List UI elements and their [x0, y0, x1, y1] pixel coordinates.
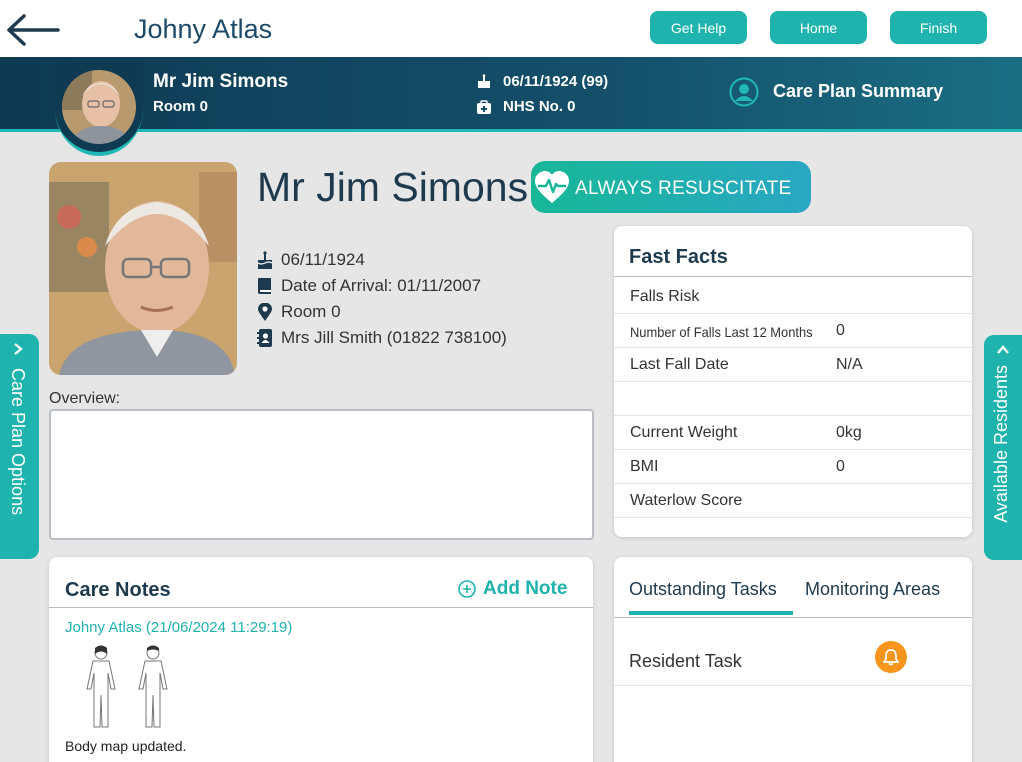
fast-fact-row: Current Weight 0kg	[614, 416, 972, 450]
fast-fact-row: Falls Risk	[614, 280, 972, 314]
header-dob: 06/11/1924 (99)	[503, 73, 609, 90]
fast-fact-row: Waterlow Score	[614, 484, 972, 518]
back-arrow-icon[interactable]	[4, 10, 60, 50]
resident-avatar	[62, 70, 136, 144]
add-note-button[interactable]: Add Note	[458, 578, 567, 600]
resident-photo	[49, 162, 237, 375]
finish-button[interactable]: Finish	[890, 11, 987, 44]
top-bar: Johny Atlas Get Help Home Finish	[0, 0, 1022, 57]
fast-fact-row: BMI 0	[614, 450, 972, 484]
fast-fact-value: 0	[836, 458, 845, 475]
chevron-right-icon	[12, 342, 24, 359]
overview-label: Overview:	[49, 390, 121, 407]
available-residents-label: Available Residents	[991, 365, 1011, 523]
active-tab-indicator	[629, 611, 793, 615]
tab-monitoring-areas[interactable]: Monitoring Areas	[805, 579, 940, 600]
fast-fact-label: Falls Risk	[630, 288, 700, 305]
note-text: Body map updated.	[65, 738, 187, 754]
heart-pulse-icon	[535, 171, 569, 203]
fast-fact-label: BMI	[630, 458, 659, 475]
plus-circle-icon	[458, 580, 476, 598]
medical-case-icon	[477, 100, 491, 114]
book-icon	[257, 277, 273, 295]
note-author[interactable]: Johny Atlas (21/06/2024 11:29:19)	[65, 619, 292, 636]
location-pin-icon	[257, 303, 273, 321]
task-row[interactable]: Resident Task	[614, 618, 972, 686]
birthday-cake-icon	[257, 251, 273, 269]
care-notes-title: Care Notes	[65, 579, 171, 601]
fast-fact-label: Last Fall Date	[630, 356, 729, 373]
dob-value: 06/11/1924	[281, 250, 365, 269]
fast-fact-value: N/A	[836, 356, 863, 373]
arrival-row: Date of Arrival: 01/11/2007	[257, 276, 481, 296]
arrival-value: Date of Arrival: 01/11/2007	[281, 276, 482, 295]
header-room: Room 0	[153, 98, 209, 115]
divider	[614, 276, 972, 277]
care-plan-options-tab[interactable]: Care Plan Options	[0, 334, 39, 559]
care-plan-options-label: Care Plan Options	[8, 368, 28, 516]
tab-outstanding-tasks[interactable]: Outstanding Tasks	[629, 579, 777, 600]
user-circle-icon[interactable]	[729, 77, 759, 107]
header-resident-name: Mr Jim Simons	[153, 71, 289, 92]
fast-fact-row: Last Fall Date N/A	[614, 348, 972, 382]
fast-fact-label: Waterlow Score	[630, 492, 743, 509]
chevron-up-icon	[996, 343, 1010, 359]
divider	[49, 607, 593, 608]
address-book-icon	[257, 329, 273, 347]
fast-fact-label: Current Weight	[630, 424, 738, 441]
get-help-button[interactable]: Get Help	[650, 11, 747, 44]
current-user-name: Johny Atlas	[134, 14, 273, 44]
contact-value: Mrs Jill Smith (01822 738100)	[281, 328, 507, 347]
fast-fact-value: 0	[836, 322, 845, 339]
fast-fact-row	[614, 382, 972, 416]
birthday-cake-icon	[477, 74, 491, 88]
resuscitation-status-badge: ALWAYS RESUSCITATE	[531, 161, 811, 213]
tasks-card: Outstanding Tasks Monitoring Areas Resid…	[614, 557, 972, 762]
task-label: Resident Task	[629, 651, 742, 671]
overview-textbox[interactable]	[49, 409, 594, 540]
room-value: Room 0	[281, 302, 341, 321]
dob-row: 06/11/1924	[257, 250, 365, 270]
room-row: Room 0	[257, 302, 341, 322]
bell-icon[interactable]	[875, 641, 907, 673]
care-plan-summary-link[interactable]: Care Plan Summary	[773, 81, 943, 102]
home-button[interactable]: Home	[770, 11, 867, 44]
body-map-thumbnail	[81, 645, 177, 729]
available-residents-tab[interactable]: Available Residents	[984, 335, 1022, 560]
fast-facts-title: Fast Facts	[629, 246, 728, 268]
fast-fact-value: 0kg	[836, 424, 862, 441]
resident-name-heading: Mr Jim Simons	[257, 164, 529, 210]
header-nhs-number: NHS No. 0	[503, 98, 576, 115]
resuscitation-status-text: ALWAYS RESUSCITATE	[575, 178, 792, 199]
care-notes-card: Care Notes Add Note Johny Atlas (21/06/2…	[49, 557, 593, 762]
fast-fact-label: Number of Falls Last 12 Months	[630, 324, 813, 340]
contact-row: Mrs Jill Smith (01822 738100)	[257, 328, 507, 348]
fast-facts-card: Fast Facts Falls Risk Number of Falls La…	[614, 226, 972, 537]
fast-fact-row: Number of Falls Last 12 Months 0	[614, 314, 972, 348]
add-note-label: Add Note	[483, 578, 568, 599]
